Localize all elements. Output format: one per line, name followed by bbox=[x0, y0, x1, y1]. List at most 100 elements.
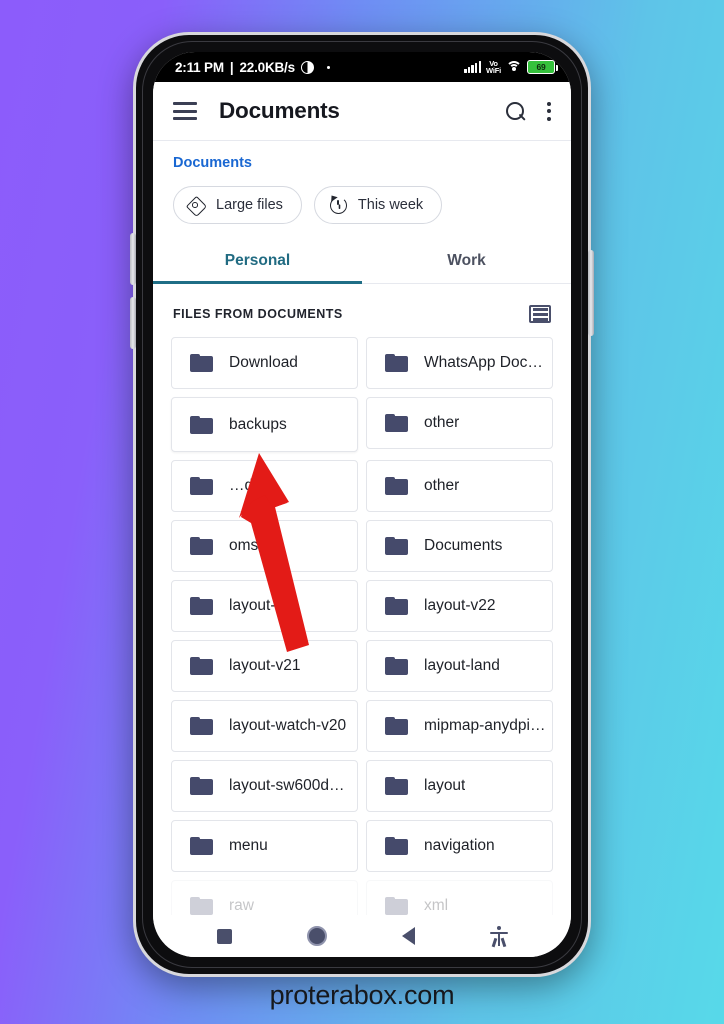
notification-dot-icon bbox=[326, 65, 330, 69]
folder-label: layout-watch-v20 bbox=[229, 717, 347, 734]
folder-icon bbox=[190, 597, 213, 615]
status-time: 2:11 PM bbox=[175, 59, 224, 75]
page-title: Documents bbox=[219, 98, 340, 123]
kebab-menu-icon[interactable] bbox=[547, 101, 551, 121]
folder-card[interactable]: Download bbox=[171, 337, 358, 389]
folder-icon bbox=[385, 477, 408, 495]
folder-card[interactable]: other bbox=[366, 460, 553, 512]
search-icon[interactable] bbox=[506, 101, 525, 121]
folder-card[interactable]: oms… bbox=[171, 520, 358, 572]
folder-label: mipmap-anydpi… bbox=[424, 717, 546, 734]
folder-label: layout bbox=[424, 777, 466, 794]
volte-wifi-icon: Vo WiFi bbox=[486, 59, 501, 75]
folder-card[interactable]: layout- bbox=[171, 580, 358, 632]
folder-label: Documents bbox=[424, 537, 503, 554]
folder-card[interactable]: Documents bbox=[366, 520, 553, 572]
volume-down-button[interactable] bbox=[130, 297, 136, 349]
folder-icon bbox=[190, 477, 213, 495]
folder-label: raw bbox=[229, 897, 254, 914]
sync-circle-icon bbox=[300, 60, 314, 74]
folder-label: other bbox=[424, 414, 460, 431]
folder-icon bbox=[385, 597, 408, 615]
folder-label: layout-land bbox=[424, 657, 500, 674]
chip-large-files[interactable]: Large files bbox=[173, 186, 302, 224]
phone-screen: 2:11 PM | 22.0KB/s Vo WiFi 69 Documents … bbox=[153, 52, 571, 957]
folder-icon bbox=[385, 717, 408, 735]
folder-card[interactable]: WhatsApp Doc… bbox=[366, 337, 553, 389]
folder-card[interactable]: …dk bbox=[171, 460, 358, 512]
folder-label: backups bbox=[229, 415, 287, 433]
folder-icon bbox=[190, 717, 213, 735]
folder-icon bbox=[190, 415, 213, 434]
status-separator: | bbox=[229, 59, 234, 75]
folder-icon bbox=[190, 897, 213, 915]
chip-label: Large files bbox=[216, 197, 283, 213]
folder-icon bbox=[385, 897, 408, 915]
folder-label: layout- bbox=[229, 597, 276, 614]
folder-label: layout-v21 bbox=[229, 657, 301, 674]
folder-grid: Download WhatsApp Doc… backups other …dk othe… bbox=[153, 337, 571, 932]
folder-label: other bbox=[424, 477, 460, 494]
folder-icon bbox=[190, 354, 213, 372]
recent-apps-icon[interactable] bbox=[216, 928, 232, 944]
folder-icon bbox=[385, 777, 408, 795]
folder-card[interactable]: layout-watch-v20 bbox=[171, 700, 358, 752]
tab-personal[interactable]: Personal bbox=[153, 242, 362, 284]
battery-level-label: 69 bbox=[536, 62, 546, 72]
battery-icon: 69 bbox=[527, 60, 558, 74]
power-button[interactable] bbox=[588, 250, 594, 336]
volte-label-line2: WiFi bbox=[486, 66, 501, 75]
history-icon bbox=[328, 193, 348, 215]
folder-icon bbox=[385, 657, 408, 675]
folder-label: oms… bbox=[229, 537, 274, 554]
tag-icon bbox=[188, 196, 206, 214]
section-title: FILES FROM DOCUMENTS bbox=[173, 307, 343, 321]
tab-bar: Personal Work bbox=[153, 242, 571, 284]
back-icon[interactable] bbox=[401, 927, 415, 945]
cellular-signal-icon bbox=[464, 61, 482, 73]
folder-icon bbox=[385, 414, 408, 432]
folder-icon bbox=[385, 354, 408, 372]
folder-icon bbox=[385, 537, 408, 555]
folder-card[interactable]: layout bbox=[366, 760, 553, 812]
app-bar: Documents bbox=[153, 82, 571, 140]
folder-label: WhatsApp Doc… bbox=[424, 354, 543, 371]
phone-frame: 2:11 PM | 22.0KB/s Vo WiFi 69 Documents … bbox=[130, 32, 594, 977]
accessibility-icon[interactable] bbox=[489, 926, 508, 948]
folder-label: navigation bbox=[424, 837, 495, 854]
list-view-icon[interactable] bbox=[529, 305, 551, 323]
folder-label: …dk bbox=[229, 477, 261, 494]
folder-card[interactable]: backups bbox=[171, 397, 358, 452]
tab-work[interactable]: Work bbox=[362, 242, 571, 283]
folder-label: layout-sw600d… bbox=[229, 777, 345, 794]
folder-icon bbox=[190, 537, 213, 555]
chip-label: This week bbox=[357, 197, 424, 213]
breadcrumb[interactable]: Documents bbox=[153, 141, 571, 171]
folder-card[interactable]: layout-v22 bbox=[366, 580, 553, 632]
section-header: FILES FROM DOCUMENTS bbox=[153, 284, 571, 337]
folder-card[interactable]: menu bbox=[171, 820, 358, 872]
folder-card[interactable]: layout-land bbox=[366, 640, 553, 692]
status-network-speed: 22.0KB/s bbox=[239, 59, 295, 75]
navigation-bar bbox=[153, 915, 571, 957]
folder-card[interactable]: layout-v21 bbox=[171, 640, 358, 692]
chip-this-week[interactable]: This week bbox=[313, 186, 443, 224]
filter-chip-row: Large files This week bbox=[153, 171, 571, 224]
folder-card[interactable]: layout-sw600d… bbox=[171, 760, 358, 812]
folder-card[interactable]: other bbox=[366, 397, 553, 449]
watermark: proterabox.com bbox=[269, 980, 455, 1010]
wifi-icon bbox=[506, 61, 522, 73]
status-bar: 2:11 PM | 22.0KB/s Vo WiFi 69 bbox=[153, 52, 571, 82]
folder-label: menu bbox=[229, 837, 268, 854]
folder-card[interactable]: navigation bbox=[366, 820, 553, 872]
folder-icon bbox=[190, 777, 213, 795]
folder-card[interactable]: mipmap-anydpi… bbox=[366, 700, 553, 752]
home-icon[interactable] bbox=[306, 926, 327, 946]
folder-label: xml bbox=[424, 897, 449, 914]
folder-label: layout-v22 bbox=[424, 597, 496, 614]
folder-icon bbox=[190, 657, 213, 675]
volume-up-button[interactable] bbox=[130, 233, 136, 285]
hamburger-menu-icon[interactable] bbox=[173, 102, 197, 120]
folder-label: Download bbox=[229, 354, 298, 371]
folder-icon bbox=[385, 837, 408, 855]
